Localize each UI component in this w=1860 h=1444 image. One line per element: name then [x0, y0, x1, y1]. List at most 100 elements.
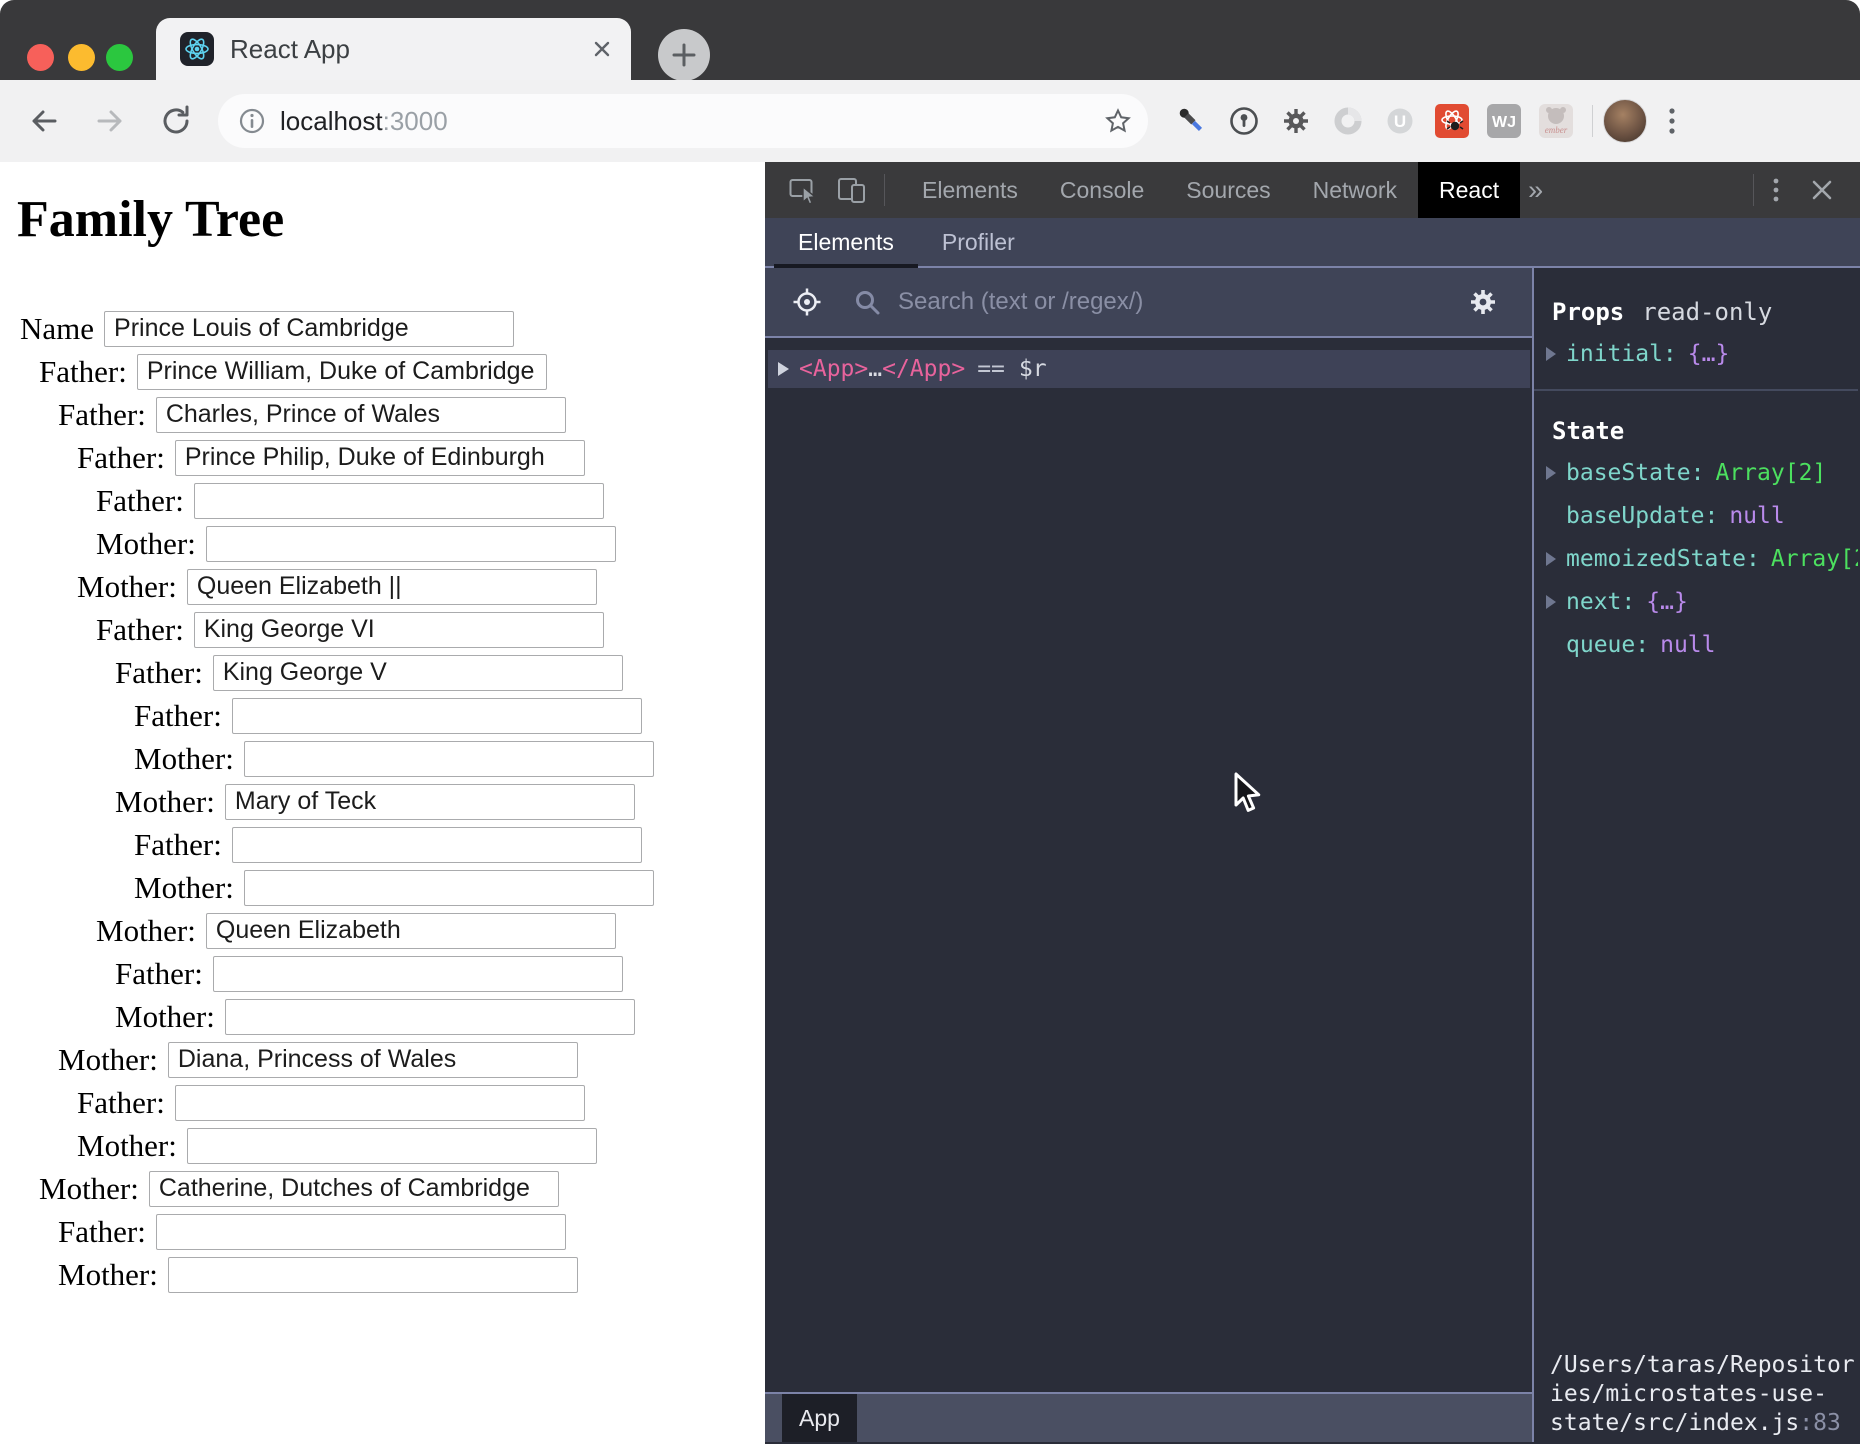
svg-text:U: U	[1394, 112, 1406, 131]
swirl-extension-icon[interactable]	[1326, 99, 1370, 143]
colorpicker-extension-icon[interactable]	[1170, 99, 1214, 143]
new-tab-button[interactable]	[658, 29, 710, 81]
react-search-input[interactable]	[896, 287, 1467, 317]
family-row: Father:	[0, 1210, 765, 1253]
breadcrumb-app[interactable]: App	[782, 1394, 857, 1442]
family-row-input[interactable]	[149, 1171, 559, 1207]
more-tabs-chevron[interactable]: »	[1528, 175, 1543, 206]
expand-arrow-icon[interactable]	[778, 362, 789, 376]
family-row-input[interactable]	[206, 526, 616, 562]
onepassword-extension-icon[interactable]	[1222, 99, 1266, 143]
state-row[interactable]: baseUpdate:null	[1534, 494, 1858, 537]
tab-close-icon[interactable]	[591, 38, 613, 60]
family-row-input[interactable]	[156, 1214, 566, 1250]
family-row-input[interactable]	[232, 827, 642, 863]
family-row-input[interactable]	[137, 354, 547, 390]
component-details-panel: Propsread-only initial:{…} State baseSta…	[1532, 268, 1858, 1442]
expand-arrow-placeholder	[1546, 638, 1556, 652]
family-row-input[interactable]	[175, 1085, 585, 1121]
family-row-input[interactable]	[213, 956, 623, 992]
back-button[interactable]	[26, 103, 62, 139]
inspect-element-icon[interactable]	[788, 175, 818, 205]
family-row-input[interactable]	[213, 655, 623, 691]
family-row-label: Mother:	[39, 1171, 139, 1207]
ember-extension-icon[interactable]: ember	[1534, 99, 1578, 143]
url-bar[interactable]: localhost:3000	[218, 94, 1148, 148]
family-row-input[interactable]	[175, 440, 585, 476]
react-search-bar	[765, 268, 1532, 338]
react-subtab-profiler[interactable]: Profiler	[918, 218, 1039, 266]
family-row-label: Mother:	[134, 741, 234, 777]
toolbar-separator	[1592, 105, 1593, 137]
expand-arrow-icon[interactable]	[1546, 595, 1556, 609]
family-row-label: Father:	[39, 354, 127, 390]
device-toolbar-icon[interactable]	[836, 175, 868, 205]
family-row: Father:	[0, 350, 765, 393]
site-info-icon[interactable]	[238, 107, 266, 135]
wj-extension-icon[interactable]: WJ	[1482, 99, 1526, 143]
expand-arrow-icon[interactable]	[1546, 347, 1556, 361]
gear-extension-icon[interactable]	[1274, 99, 1318, 143]
devtools-separator-right	[1753, 174, 1754, 206]
family-row-input[interactable]	[187, 569, 597, 605]
prop-row[interactable]: initial:{…}	[1534, 332, 1858, 375]
fullscreen-window-button[interactable]	[106, 44, 133, 71]
browser-menu-icon[interactable]	[1665, 104, 1679, 138]
reload-button[interactable]	[158, 103, 194, 139]
expand-arrow-placeholder	[1546, 509, 1556, 523]
browser-tab[interactable]: React App	[156, 18, 631, 80]
equals-sign: ==	[977, 356, 1005, 382]
family-row-input[interactable]	[225, 999, 635, 1035]
forward-button[interactable]	[92, 103, 128, 139]
settings-gear-icon[interactable]	[1467, 286, 1499, 318]
close-window-button[interactable]	[27, 44, 54, 71]
family-row-input[interactable]	[232, 698, 642, 734]
family-row-input[interactable]	[187, 1128, 597, 1164]
devtools-tab-network[interactable]: Network	[1292, 162, 1418, 218]
console-var-label: $r	[1019, 356, 1047, 382]
react-devtools-extension-icon[interactable]	[1430, 99, 1474, 143]
locate-component-icon[interactable]	[792, 287, 822, 317]
react-subtab-elements[interactable]: Elements	[774, 218, 918, 266]
collapsed-children-ellipsis: …	[868, 356, 882, 382]
expand-arrow-icon[interactable]	[1546, 552, 1556, 566]
devtools-tab-elements[interactable]: Elements	[901, 162, 1039, 218]
family-row-input[interactable]	[225, 784, 635, 820]
family-row-label: Mother:	[96, 526, 196, 562]
tree-row-app[interactable]: <App> … </App> == $r	[768, 350, 1530, 388]
minimize-window-button[interactable]	[68, 44, 95, 71]
devtools-tab-sources[interactable]: Sources	[1165, 162, 1291, 218]
family-row-label: Father:	[77, 440, 165, 476]
devtools-close-icon[interactable]	[1810, 178, 1834, 202]
family-row-input[interactable]	[168, 1257, 578, 1293]
profile-avatar[interactable]	[1603, 99, 1647, 143]
family-row-input[interactable]	[244, 870, 654, 906]
bookmark-star-icon[interactable]	[1104, 107, 1132, 135]
source-file-path[interactable]: /Users/taras/Repositor ies/microstates-u…	[1550, 1351, 1858, 1438]
state-key: queue:	[1566, 632, 1649, 658]
titlebar: React App	[0, 0, 1860, 80]
devtools-tab-console[interactable]: Console	[1039, 162, 1165, 218]
family-row-label: Father:	[115, 655, 203, 691]
expand-arrow-icon[interactable]	[1546, 466, 1556, 480]
state-row[interactable]: baseState:Array[2]	[1534, 451, 1858, 494]
family-row-input[interactable]	[104, 311, 514, 347]
family-row-input[interactable]	[156, 397, 566, 433]
family-row-input[interactable]	[206, 913, 616, 949]
devtools-tab-react[interactable]: React	[1418, 162, 1520, 218]
svg-text:WJ: WJ	[1492, 114, 1516, 131]
family-row-input[interactable]	[194, 483, 604, 519]
state-value: Array[2]	[1771, 546, 1858, 572]
state-row[interactable]: next:{…}	[1534, 580, 1858, 623]
devtools-menu-icon[interactable]	[1770, 175, 1782, 205]
state-row[interactable]: memoizedState:Array[2]	[1534, 537, 1858, 580]
family-row: Mother:	[0, 1038, 765, 1081]
family-row: Name	[0, 307, 765, 350]
ublock-extension-icon[interactable]: U	[1378, 99, 1422, 143]
family-row-input[interactable]	[194, 612, 604, 648]
state-row[interactable]: queue:null	[1534, 623, 1858, 666]
family-row-input[interactable]	[168, 1042, 578, 1078]
props-readonly-badge: read-only	[1642, 298, 1772, 326]
family-row-input[interactable]	[244, 741, 654, 777]
source-line-number: :83	[1799, 1410, 1841, 1436]
